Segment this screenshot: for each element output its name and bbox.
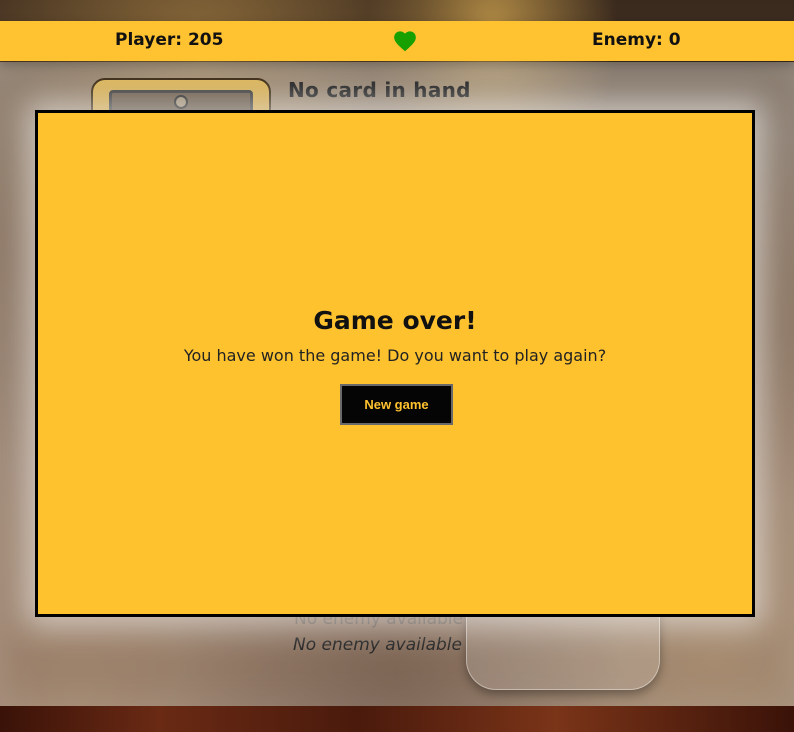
card-deck-gem — [174, 95, 188, 109]
game-over-dialog: Game over! You have won the game! Do you… — [35, 110, 755, 617]
hand-status: No card in hand — [288, 78, 471, 102]
enemy-score: Enemy: 0 — [592, 30, 681, 50]
new-game-button[interactable]: New game — [340, 384, 453, 425]
heart-icon — [394, 31, 416, 52]
dialog-title: Game over! — [313, 306, 477, 335]
enemy-status: No enemy available — [293, 635, 462, 655]
score-bar: Player: 205 Enemy: 0 — [0, 21, 794, 61]
player-score: Player: 205 — [115, 30, 224, 50]
dialog-message: You have won the game! Do you want to pl… — [183, 346, 607, 365]
background-strip — [0, 706, 794, 732]
